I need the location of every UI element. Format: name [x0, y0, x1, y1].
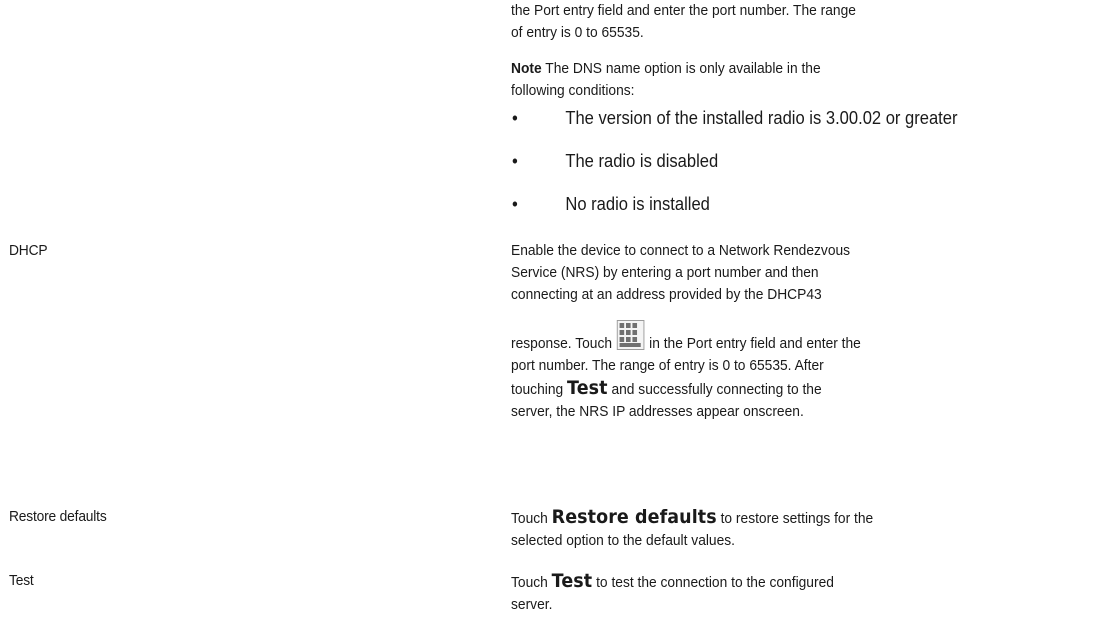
test-ui-term: Test [551, 570, 593, 592]
note-label: Note [511, 60, 542, 77]
restore-line-1: Touch Restore defaults to restore settin… [511, 506, 943, 530]
bullet-marker: • [512, 194, 518, 214]
dhcp-line-1: Enable the device to connect to a Networ… [511, 242, 851, 259]
keypad-icon [616, 320, 645, 350]
document-page: the Port entry field and enter the port … [0, 0, 1096, 630]
list-item: • The version of the installed radio is 3… [512, 106, 1055, 130]
bullet-marker: • [512, 108, 518, 128]
dhcp-line-5: port number. The range of entry is 0 to … [511, 357, 824, 374]
restore-line-2: selected option to the default values. [511, 532, 736, 549]
restore-defaults-ui-term: Restore defaults [551, 506, 717, 528]
dhcp-line-6-post: and successfully connecting to the [607, 381, 822, 398]
dhcp-line-6-pre: touching [511, 381, 568, 398]
row-description-test: Touch Test to test the connection to the… [511, 570, 943, 616]
row-label-test: Test [9, 572, 34, 589]
row-label-restore-defaults: Restore defaults [9, 508, 107, 525]
dhcp-line-4-post: in the Port entry field and enter the [645, 335, 861, 352]
note-line-2: following conditions: [511, 82, 635, 99]
row-label-dhcp: DHCP [9, 242, 48, 259]
list-item: • The radio is disabled [512, 149, 1055, 173]
test-line-1-pre: Touch [511, 574, 552, 591]
dhcp-line-4-pre: response. Touch [511, 335, 616, 352]
note-line-1: Note The DNS name option is only availab… [511, 58, 943, 80]
dhcp-line-7: server, the NRS IP addresses appear onsc… [511, 403, 804, 420]
intro-line-2: of entry is 0 to 65535. [511, 24, 644, 41]
list-item: • No radio is installed [512, 192, 1055, 216]
test-line-1-post: to test the connection to the configured [592, 574, 834, 591]
bullet-marker: • [512, 151, 518, 171]
dhcp-line-2: Service (NRS) by entering a port number … [511, 264, 819, 281]
intro-paragraph: the Port entry field and enter the port … [511, 0, 943, 44]
test-line-2: server. [511, 596, 553, 613]
test-line-1: Touch Test to test the connection to the… [511, 570, 943, 594]
row-description-restore-defaults: Touch Restore defaults to restore settin… [511, 506, 943, 552]
list-item-text: The version of the installed radio is 3.… [565, 108, 958, 128]
note-text: The DNS name option is only available in… [541, 60, 821, 77]
list-item-text: No radio is installed [565, 194, 710, 214]
row-description-dhcp: Enable the device to connect to a Networ… [511, 240, 943, 423]
intro-line-1: the Port entry field and enter the port … [511, 2, 856, 19]
list-item-text: The radio is disabled [565, 151, 719, 171]
test-ui-term: Test [567, 377, 608, 399]
restore-line-1-post: to restore settings for the [716, 510, 874, 527]
restore-line-1-pre: Touch [511, 510, 552, 527]
dhcp-line-3: connecting at an address provided by the… [511, 286, 822, 303]
dhcp-line-4: response. Touch in the Port entry field … [511, 320, 943, 355]
note-paragraph: Note The DNS name option is only availab… [511, 58, 943, 102]
dhcp-line-6: touching Test and successfully connectin… [511, 377, 943, 401]
